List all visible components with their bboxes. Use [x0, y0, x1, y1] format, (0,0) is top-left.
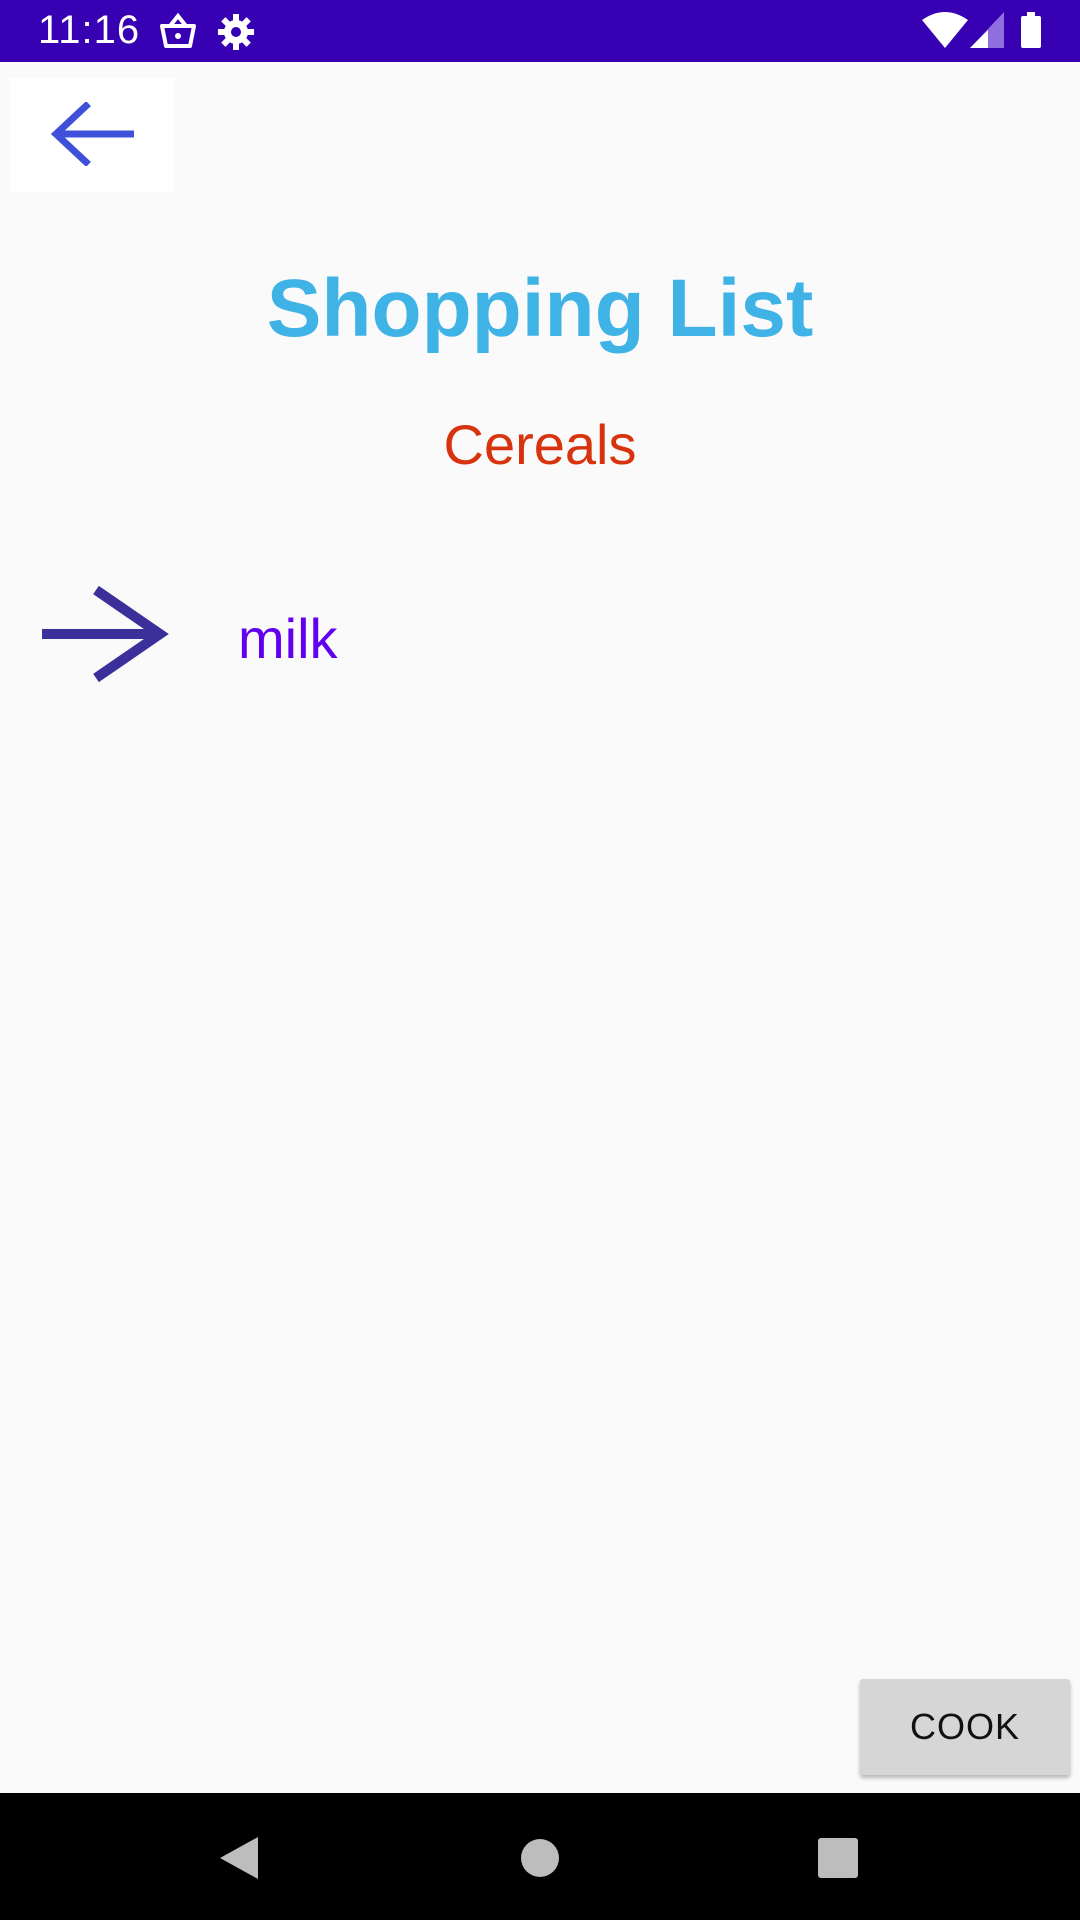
- navigation-bar: [0, 1793, 1080, 1920]
- back-triangle-icon[interactable]: [204, 1823, 274, 1893]
- status-time: 11:16: [38, 8, 141, 52]
- page-title: Shopping List: [266, 263, 814, 354]
- list-item[interactable]: milk: [0, 532, 1080, 692]
- recents-square-icon[interactable]: [803, 1823, 873, 1893]
- app-content: Shopping List Cereals milk COOK: [0, 62, 1080, 1793]
- status-bar: 11:16: [0, 0, 1080, 62]
- settings-gear-icon: [216, 12, 256, 52]
- arrow-left-icon: [50, 100, 136, 169]
- back-button[interactable]: [10, 78, 174, 192]
- arrow-right-icon: [40, 584, 170, 684]
- shopping-basket-icon: [158, 12, 198, 52]
- home-circle-icon[interactable]: [505, 1823, 575, 1893]
- item-label: milk: [238, 607, 338, 670]
- battery-icon: [1020, 12, 1042, 48]
- signal-icon: [970, 12, 1004, 48]
- wifi-icon: [922, 12, 968, 48]
- category-label: Cereals: [443, 413, 637, 476]
- cook-button[interactable]: COOK: [860, 1679, 1070, 1775]
